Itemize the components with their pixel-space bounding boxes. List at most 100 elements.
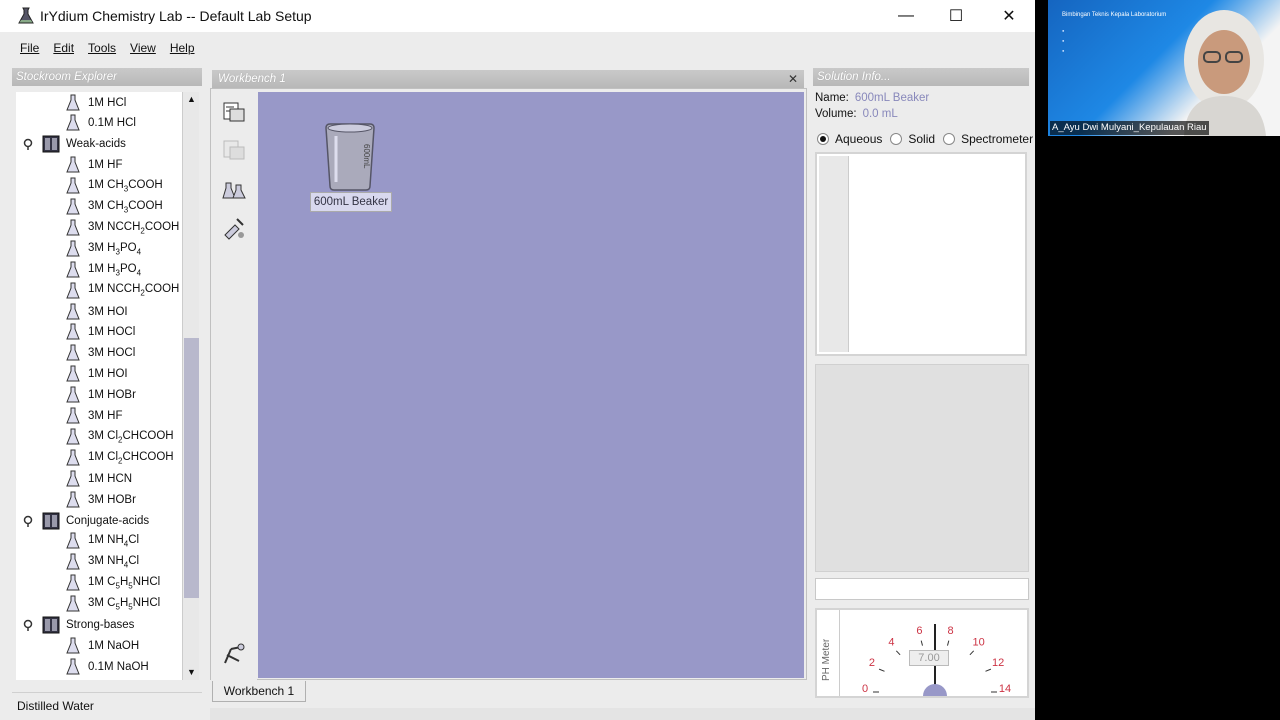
close-window-button[interactable]: ✕ [986, 0, 1032, 32]
tree-item[interactable]: 3M Cl2CHCOOH [16, 426, 194, 447]
ph-scale-label: 14 [999, 683, 1011, 695]
ph-scale-label: 4 [888, 637, 894, 649]
workbench-frame: 600mL 600mL Beaker [210, 88, 807, 681]
maximize-button[interactable]: ☐ [933, 0, 979, 32]
flask-icon [66, 386, 80, 404]
flask-icon [66, 94, 80, 112]
solution-level-bar [819, 156, 849, 352]
ph-meter: PH Meter 0 2 4 6 8 10 12 14 7.00 [815, 608, 1029, 698]
tree-item-label: Strong-bases [66, 619, 135, 631]
menu-help[interactable]: Help [170, 41, 195, 55]
participant-avatar [1184, 10, 1266, 136]
tree-item[interactable]: 1M NH4Cl [16, 531, 194, 552]
tree-item[interactable]: 1M CH3COOH [16, 176, 194, 197]
microscope-tool-icon[interactable] [219, 639, 249, 669]
beaker-icon[interactable]: 600mL [318, 122, 378, 192]
tab-workbench-1[interactable]: Workbench 1 [212, 681, 306, 702]
slide-bullet-3: ● [1062, 48, 1065, 53]
tree-item[interactable]: 1M C5H5NHCl [16, 573, 194, 594]
tree-item[interactable]: 3M HOCl [16, 343, 194, 364]
expand-toggle-icon[interactable] [22, 515, 34, 527]
tree-item[interactable]: 1M H3PO4 [16, 259, 194, 280]
tree-item[interactable]: 3M CH3COOH [16, 197, 194, 218]
expand-toggle-icon[interactable] [22, 138, 34, 151]
tree-item-label: 3M HOBr [88, 493, 136, 506]
aqueous-radio[interactable] [817, 133, 829, 145]
tree-item[interactable]: 3M H3PO4 [16, 238, 194, 259]
flask-icon [66, 595, 80, 613]
tree-item[interactable]: 1M HOBr [16, 385, 194, 406]
add-equipment-tool-icon[interactable] [219, 97, 249, 127]
slide-title: Bimbingan Teknis Kepala Laboratorium [1062, 12, 1167, 18]
tree-item[interactable]: 3M NCCH2COOH [16, 217, 194, 238]
tree-item[interactable]: 0.1M HCl [16, 113, 194, 134]
tree-item[interactable]: 3M NH4Cl [16, 552, 194, 573]
expand-toggle-icon[interactable] [22, 619, 34, 631]
tree-item[interactable]: 1M HOCl [16, 322, 194, 343]
tree-item-label: 3M NH4Cl [88, 555, 140, 570]
tree-item-label: 3M HOI [88, 305, 128, 318]
glassware-tool-icon[interactable] [219, 175, 249, 205]
minimize-button[interactable]: — [883, 0, 929, 32]
menu-edit[interactable]: Edit [53, 41, 74, 55]
cabinet-icon [42, 616, 60, 634]
explorer-scrollbar[interactable]: ▲ ▼ [182, 92, 199, 680]
tree-item-label: 1M HOI [88, 368, 128, 381]
flask-icon [66, 491, 80, 509]
spectrometer-radio[interactable] [943, 133, 956, 145]
slide-bullet-2: ● [1062, 38, 1065, 43]
window-title: IrYdium Chemistry Lab -- Default Lab Set… [40, 8, 312, 24]
tree-item[interactable]: 1M NaOH [16, 635, 194, 656]
scroll-thumb[interactable] [184, 338, 199, 598]
beaker-label[interactable]: 600mL Beaker [310, 192, 392, 212]
scroll-down-arrow-icon[interactable]: ▼ [184, 665, 199, 679]
solid-radio[interactable] [890, 133, 903, 145]
cabinet-icon [42, 512, 60, 530]
tree-item[interactable]: 1M Cl2CHCOOH [16, 447, 194, 468]
tree-item[interactable]: 1M HCl [16, 92, 194, 113]
tree-item[interactable]: 3M HOBr [16, 489, 194, 510]
tree-item-label: 1M NaOH [88, 639, 140, 652]
tree-item[interactable]: 0.1M NaOH [16, 656, 194, 677]
tree-item-label: 1M HCl [88, 96, 127, 109]
tree-item-label: 1M NCCH2COOH [88, 283, 180, 298]
tree-item[interactable]: 3M C5H5NHCl [16, 594, 194, 615]
tree-item-label: 3M HF [88, 410, 123, 422]
tree-item[interactable]: 1M HCN [16, 468, 194, 489]
aqueous-label: Aqueous [835, 132, 883, 146]
ph-scale-label: 0 [862, 683, 868, 695]
tree-category[interactable]: Weak-acids [16, 134, 194, 155]
workbench-close-icon[interactable]: ✕ [788, 70, 798, 88]
workbench-canvas[interactable]: 600mL 600mL Beaker [258, 92, 804, 678]
solution-aqueous-view [815, 152, 1027, 356]
title-bar: IrYdium Chemistry Lab -- Default Lab Set… [0, 0, 1035, 32]
video-call-thumbnail: Bimbingan Teknis Kepala Laboratorium ● ●… [1048, 0, 1280, 136]
flask-icon [66, 323, 80, 341]
menu-view[interactable]: View [130, 41, 156, 55]
status-strip [210, 708, 1035, 720]
tree-item-label: 3M C5H5NHCl [88, 596, 161, 612]
menu-file[interactable]: File [20, 41, 39, 55]
volume-value: 0.0 mL [862, 108, 898, 120]
tree-item[interactable]: 1M NCCH2COOH [16, 280, 194, 301]
menu-bar: File Edit Tools View Help [0, 36, 1035, 60]
ph-scale-label: 12 [992, 657, 1004, 669]
cabinet-icon [42, 135, 60, 153]
flask-icon [66, 156, 80, 174]
tree-item-label: Conjugate-acids [66, 514, 150, 527]
flask-icon [66, 219, 80, 237]
tree-item[interactable]: 1M HOI [16, 364, 194, 385]
tree-item[interactable]: 3M HOI [16, 301, 194, 322]
spectrometer-label: Spectrometer [961, 132, 1034, 146]
tree-category[interactable]: Conjugate-acids [16, 510, 194, 531]
tree-item[interactable]: 1M HF [16, 155, 194, 176]
menu-tools[interactable]: Tools [88, 41, 116, 55]
solution-text-field[interactable] [815, 578, 1029, 600]
scroll-up-arrow-icon[interactable]: ▲ [184, 92, 199, 106]
flask-icon [66, 553, 80, 571]
tree-category[interactable]: Strong-bases [16, 615, 194, 636]
tree-item[interactable]: 3M HF [16, 406, 194, 427]
pour-tool-icon[interactable] [219, 213, 249, 243]
copy-equipment-tool-icon[interactable] [219, 135, 249, 165]
ph-scale-label: 2 [869, 657, 875, 669]
